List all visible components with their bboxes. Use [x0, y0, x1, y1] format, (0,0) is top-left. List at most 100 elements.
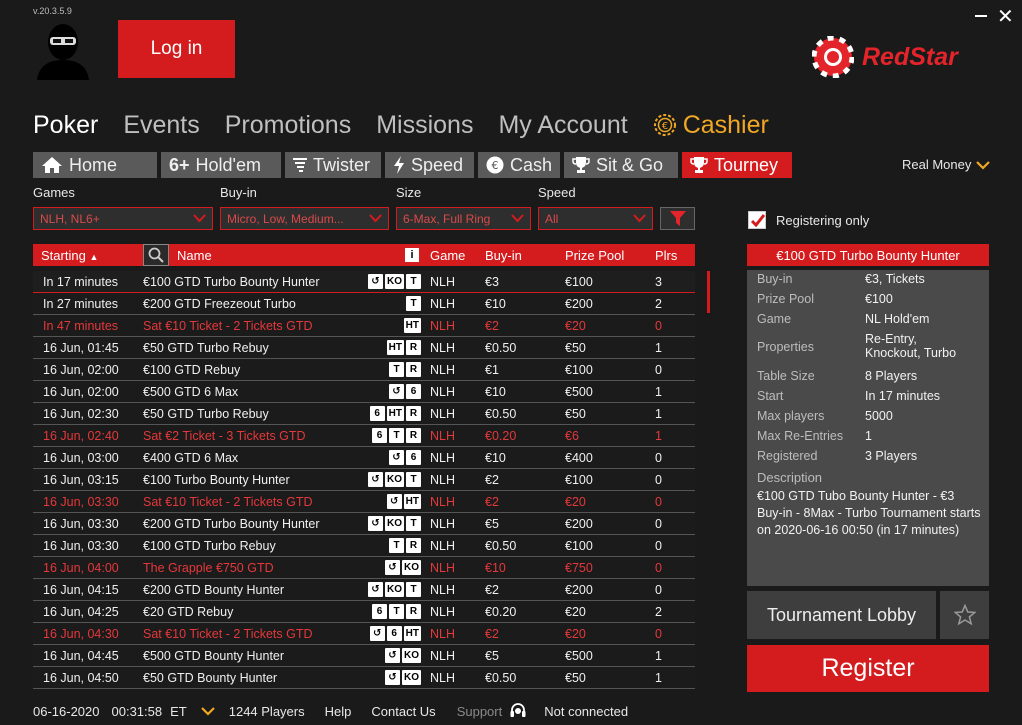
row-prize-pool: €6: [565, 429, 579, 443]
row-badges: TR: [389, 538, 421, 553]
badge-t: T: [406, 582, 421, 597]
detail-field-value: 1: [865, 429, 872, 443]
table-row[interactable]: 16 Jun, 02:30 €50 GTD Turbo Rebuy NLH €0.50…: [33, 403, 695, 425]
table-row[interactable]: 16 Jun, 03:30 €100 GTD Turbo Rebuy NLH €0.5…: [33, 535, 695, 557]
table-row[interactable]: In 17 minutes €100 GTD Turbo Bounty Hunte…: [33, 271, 695, 293]
row-buyin: €2: [485, 627, 499, 641]
buyin-select-value: Micro, Low, Medium...: [227, 211, 344, 226]
row-name: The Grapple €750 GTD: [143, 561, 274, 575]
nav-missions[interactable]: Missions: [376, 111, 473, 140]
tab-holdem[interactable]: 6+ Hold'em: [161, 152, 281, 178]
row-players: 1: [655, 649, 662, 663]
real-money-dropdown[interactable]: Real Money: [902, 157, 991, 172]
buyin-select[interactable]: Micro, Low, Medium...: [220, 207, 389, 230]
col-prize-pool[interactable]: Prize Pool: [565, 248, 624, 263]
headset-icon: [510, 703, 526, 717]
nav-poker[interactable]: Poker: [33, 111, 98, 140]
footer-contact-link[interactable]: Contact Us: [371, 704, 435, 719]
table-row[interactable]: 16 Jun, 01:45 €50 GTD Turbo Rebuy NLH €0.50…: [33, 337, 695, 359]
close-icon[interactable]: ✕: [997, 4, 1014, 29]
table-row[interactable]: 16 Jun, 02:00 €100 GTD Rebuy NLH €1 €100 0 T R: [33, 359, 695, 381]
col-plrs[interactable]: Plrs: [655, 248, 677, 263]
registering-only-checkbox[interactable]: [748, 211, 766, 229]
tab-cash[interactable]: € Cash: [478, 152, 560, 178]
scrollbar-thumb[interactable]: [707, 271, 710, 313]
games-select[interactable]: NLH, NL6+: [33, 207, 213, 230]
badge-ko: KO: [385, 582, 404, 597]
login-button[interactable]: Log in: [118, 20, 235, 78]
row-players: 1: [655, 385, 662, 399]
footer-support-link[interactable]: Support: [457, 704, 503, 719]
avatar[interactable]: [33, 22, 93, 80]
detail-field: Table Size 8 Players: [757, 369, 981, 383]
speed-select[interactable]: All: [538, 207, 653, 230]
table-row[interactable]: 16 Jun, 04:45 €500 GTD Bounty Hunter NLH €5…: [33, 645, 695, 667]
badge-6: 6: [372, 604, 387, 619]
detail-field-key: Max players: [757, 409, 825, 423]
table-row[interactable]: 16 Jun, 03:30 €200 GTD Turbo Bounty Hunte…: [33, 513, 695, 535]
tournament-lobby-button[interactable]: Tournament Lobby: [747, 591, 936, 639]
re-entry-icon: ↺: [386, 494, 402, 509]
nav-events[interactable]: Events: [123, 111, 199, 140]
table-row[interactable]: In 47 minutes Sat €10 Ticket - 2 Tickets …: [33, 315, 695, 337]
row-name: Sat €10 Ticket - 2 Tickets GTD: [143, 495, 313, 509]
nav-promotions[interactable]: Promotions: [225, 111, 351, 140]
table-row[interactable]: 16 Jun, 04:00 The Grapple €750 GTD NLH €10 €…: [33, 557, 695, 579]
table-row[interactable]: 16 Jun, 04:25 €20 GTD Rebuy NLH €0.20 €20 2 6 T…: [33, 601, 695, 623]
tab-tourney[interactable]: Tourney: [682, 152, 792, 178]
chevron-down-icon[interactable]: [200, 706, 215, 716]
row-prize-pool: €100: [565, 473, 593, 487]
table-row[interactable]: 16 Jun, 04:30 Sat €10 Ticket - 2 Tickets …: [33, 623, 695, 645]
col-game[interactable]: Game: [430, 248, 465, 263]
table-row[interactable]: 16 Jun, 04:15 €200 GTD Bounty Hunter NLH €2…: [33, 579, 695, 601]
row-game: NLH: [430, 407, 456, 421]
table-row[interactable]: 16 Jun, 03:15 €100 Turbo Bounty Hunter NLH…: [33, 469, 695, 491]
badge-t: T: [406, 296, 421, 311]
table-row[interactable]: 16 Jun, 04:50 €50 GTD Bounty Hunter NLH €0.…: [33, 667, 695, 689]
table-row[interactable]: 16 Jun, 02:40 Sat €2 Ticket - 3 Tickets G…: [33, 425, 695, 447]
footer-help-link[interactable]: Help: [325, 704, 352, 719]
favorite-button[interactable]: [940, 591, 989, 639]
col-buyin[interactable]: Buy-in: [485, 248, 522, 263]
table-row[interactable]: 16 Jun, 02:00 €500 GTD 6 Max NLH €10 €500 1 ↺ 6: [33, 381, 695, 403]
info-icon[interactable]: i: [405, 248, 419, 262]
badge-t: T: [406, 472, 421, 487]
tab-sit-and-go[interactable]: Sit & Go: [564, 152, 678, 178]
row-buyin: €1: [485, 363, 499, 377]
tab-speed-label: Speed: [411, 154, 464, 175]
size-select[interactable]: 6-Max, Full Ring: [396, 207, 531, 230]
minimize-icon[interactable]: [975, 15, 987, 17]
tab-home[interactable]: Home: [33, 152, 157, 178]
register-button[interactable]: Register: [747, 645, 989, 692]
row-badges: 6 HT R: [369, 406, 421, 421]
chevron-down-icon: [369, 214, 382, 223]
tab-twister[interactable]: Twister: [285, 152, 381, 178]
chevron-down-icon: [511, 214, 524, 223]
tab-cash-label: Cash: [510, 154, 553, 175]
search-button[interactable]: [143, 244, 169, 266]
table-row[interactable]: 16 Jun, 03:00 €400 GTD 6 Max NLH €10 €400 0 ↺ 6: [33, 447, 695, 469]
version-label: v.20.3.5.9: [33, 6, 72, 16]
row-badges: 6TR: [372, 604, 421, 619]
row-prize-pool: €200: [565, 517, 593, 531]
badge-t: T: [389, 362, 404, 377]
col-name[interactable]: Name: [177, 248, 212, 263]
tab-twister-label: Twister: [313, 154, 371, 175]
re-entry-icon: ↺: [385, 670, 400, 685]
col-starting[interactable]: Starting ▲: [41, 248, 98, 263]
row-players: 1: [655, 341, 662, 355]
badge-6: 6: [406, 450, 421, 465]
detail-field: Max players 5000: [757, 409, 981, 423]
detail-field: Start In 17 minutes: [757, 389, 981, 403]
detail-field: Properties Re-Entry, Knockout, Turbo: [757, 332, 981, 360]
filter-button[interactable]: [660, 207, 695, 230]
row-badges: ↺ KO: [385, 648, 421, 663]
tab-sit-and-go-label: Sit & Go: [596, 154, 664, 175]
nav-cashier[interactable]: € Cashier: [653, 111, 769, 140]
detail-field-key: Buy-in: [757, 272, 793, 286]
tab-speed[interactable]: Speed: [385, 152, 474, 178]
table-row[interactable]: In 27 minutes €200 GTD Freezeout Turbo NLH…: [33, 293, 695, 315]
row-players: 0: [655, 583, 662, 597]
table-row[interactable]: 16 Jun, 03:30 Sat €10 Ticket - 2 Tickets …: [33, 491, 695, 513]
nav-my-account[interactable]: My Account: [498, 111, 627, 140]
